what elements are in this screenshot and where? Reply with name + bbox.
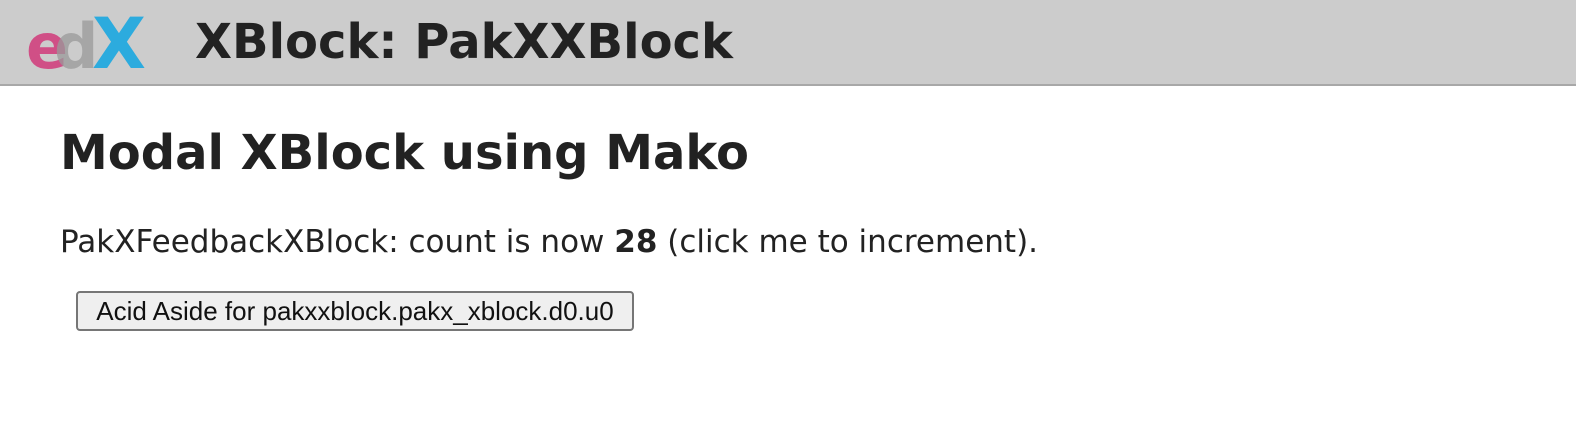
- logo-letter-x: X: [92, 10, 146, 74]
- counter-text[interactable]: PakXFeedbackXBlock: count is now 28 (cli…: [60, 220, 1038, 264]
- edx-logo: e d X: [26, 10, 146, 74]
- header-title: XBlock: PakXXBlock: [195, 14, 733, 70]
- page-header: e d X XBlock: PakXXBlock: [0, 0, 1576, 86]
- counter-value: 28: [614, 224, 658, 260]
- counter-prefix: PakXFeedbackXBlock: count is now: [60, 224, 615, 260]
- acid-aside-button[interactable]: Acid Aside for pakxxblock.pakx_xblock.d0…: [76, 291, 634, 331]
- counter-suffix: (click me to increment).: [657, 224, 1039, 260]
- page-title: Modal XBlock using Mako: [60, 125, 749, 181]
